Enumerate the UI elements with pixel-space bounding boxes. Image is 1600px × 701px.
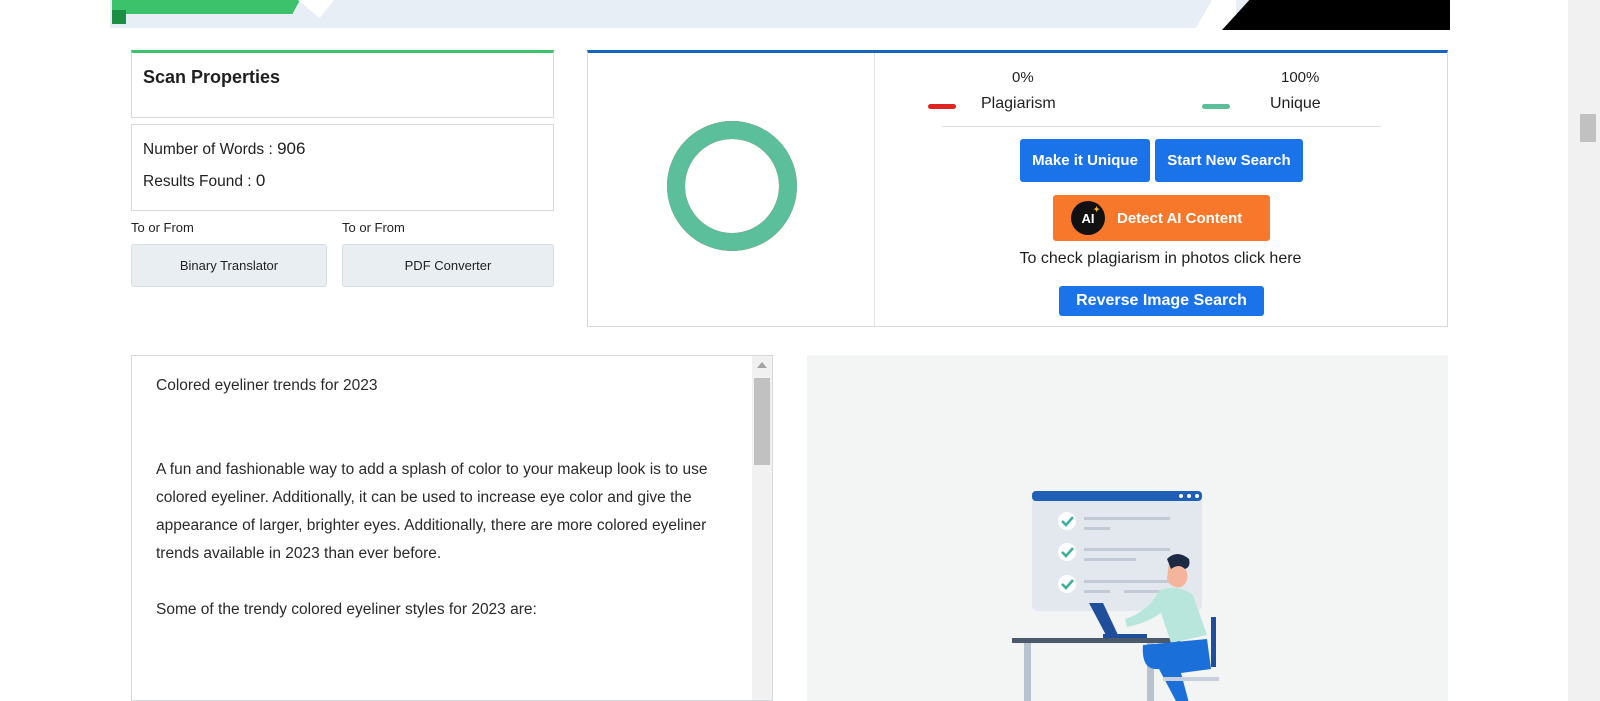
make-it-unique-button[interactable]: Make it Unique: [1020, 139, 1150, 182]
checkmark-icon: [1058, 512, 1076, 530]
scan-properties-title: Scan Properties: [143, 67, 281, 87]
person-checklist-illustration: [1012, 491, 1219, 701]
editor-title-line: Colored eyeliner trends for 2023: [156, 377, 378, 394]
results-found-label: Results Found :: [143, 173, 256, 190]
results-panel: 0% 100% Plagiarism Unique Make it Unique…: [587, 50, 1448, 327]
plagiarism-donut-chart: [667, 121, 797, 251]
reverse-image-search-button[interactable]: Reverse Image Search: [1059, 286, 1264, 316]
text-editor[interactable]: Colored eyeliner trends for 2023 A fun a…: [131, 355, 773, 701]
illustration-panel: [807, 355, 1448, 701]
top-banner-strip: [0, 0, 1568, 30]
results-found: Results Found : 0: [143, 171, 265, 191]
start-new-search-button[interactable]: Start New Search: [1155, 139, 1303, 182]
editor-scrollbar-thumb[interactable]: [754, 378, 770, 465]
photo-plagiarism-text: To check plagiarism in photos click here: [1019, 250, 1302, 267]
binary-translator-caption: To or From: [131, 220, 194, 235]
pdf-converter-button[interactable]: PDF Converter: [342, 244, 554, 287]
pdf-converter-caption: To or From: [342, 220, 405, 235]
editor-content[interactable]: Colored eyeliner trends for 2023 A fun a…: [156, 372, 730, 652]
plagiarism-percent: 0%: [1012, 69, 1034, 86]
binary-translator-button[interactable]: Binary Translator: [131, 244, 327, 287]
editor-scrollbar[interactable]: [752, 356, 772, 700]
checkmark-icon: [1058, 543, 1076, 561]
donut-unique-arc: [667, 121, 797, 251]
editor-paragraph: Some of the trendy colored eyeliner styl…: [156, 601, 537, 618]
detect-ai-content-label: Detect AI Content: [1117, 209, 1243, 227]
scan-stats-card: Number of Words : 906 Results Found : 0: [131, 124, 554, 211]
results-found-value: 0: [255, 171, 266, 190]
unique-label: Unique: [1270, 95, 1321, 112]
unique-percent: 100%: [1281, 69, 1320, 86]
ai-badge-icon: AI ✦: [1071, 201, 1105, 235]
page-scrollbar[interactable]: [1568, 0, 1600, 701]
checkmark-icon: [1058, 575, 1076, 593]
word-count-label: Number of Words :: [143, 141, 278, 158]
detect-ai-content-button[interactable]: AI ✦ Detect AI Content: [1053, 195, 1270, 241]
word-count: Number of Words : 906: [143, 139, 305, 159]
scan-properties-card: Scan Properties: [131, 50, 554, 118]
legend-divider: [942, 126, 1381, 127]
scroll-up-arrow-icon[interactable]: [757, 362, 767, 368]
plagiarism-swatch: [928, 104, 956, 109]
editor-paragraph: A fun and fashionable way to add a splas…: [156, 461, 708, 562]
plagiarism-label: Plagiarism: [981, 95, 1056, 112]
page-scrollbar-thumb[interactable]: [1580, 114, 1596, 142]
word-count-value: 906: [277, 139, 306, 158]
results-divider: [874, 53, 875, 326]
unique-swatch: [1202, 104, 1230, 109]
